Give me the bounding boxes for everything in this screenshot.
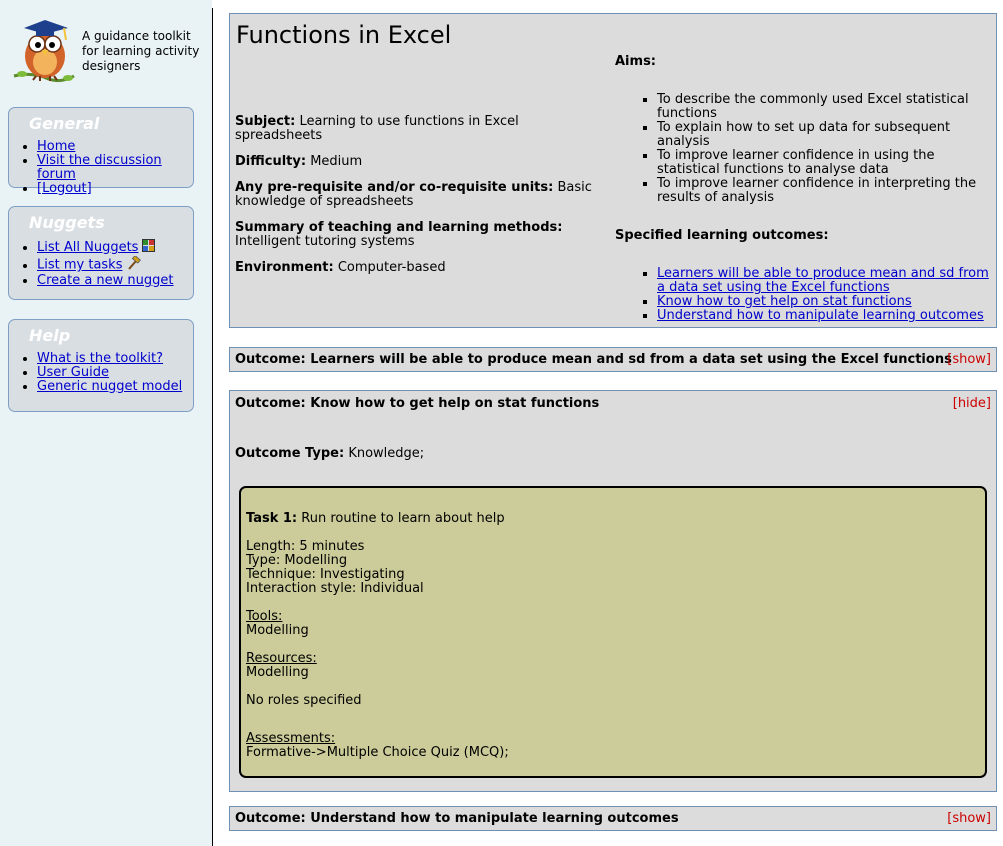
outcome-title: Outcome: Understand how to manipulate le… (235, 811, 679, 826)
aims-list: To describe the commonly used Excel stat… (615, 93, 995, 205)
hammer-icon (126, 254, 142, 274)
task-tools: Tools: Modelling (246, 610, 966, 638)
list-item: What is the toolkit? (37, 352, 189, 366)
list-item: Generic nugget model (37, 380, 189, 394)
outcome-link-help[interactable]: Know how to get help on stat functions (657, 294, 912, 309)
environment-field: Environment: Computer-based (235, 260, 446, 275)
task-roles: No roles specified (246, 693, 362, 708)
owl-mascot-icon (13, 20, 75, 83)
list-item: To improve learner confidence in interpr… (657, 177, 995, 205)
page-title: Functions in Excel (236, 21, 452, 49)
resources-value: Modelling (246, 665, 309, 680)
outcomes-heading: Specified learning outcomes: (615, 228, 829, 243)
teaching-methods-field: Summary of teaching and learning methods… (235, 220, 563, 249)
what-is-toolkit-link[interactable]: What is the toolkit? (37, 351, 163, 366)
discussion-forum-link[interactable]: Visit the discussion forum (37, 153, 162, 182)
nuggets-box: Nuggets List All Nuggets List my tasks C… (8, 206, 194, 300)
list-item: List All Nuggets (37, 239, 189, 256)
outcome-panel-manipulate: Outcome: Understand how to manipulate le… (229, 806, 997, 831)
sidebar: A guidance toolkit for learning activity… (0, 0, 212, 846)
list-my-tasks-link[interactable]: List my tasks (37, 258, 122, 273)
outcome-type: Outcome Type: Knowledge; (235, 446, 425, 461)
help-box: Help What is the toolkit? User Guide Gen… (8, 319, 194, 412)
logo-tagline: A guidance toolkit for learning activity… (82, 29, 200, 73)
show-toggle[interactable]: [show] (947, 812, 991, 826)
show-toggle[interactable]: [show] (947, 353, 991, 367)
list-item: To explain how to set up data for subseq… (657, 121, 995, 149)
list-item: Visit the discussion forum (37, 154, 189, 182)
hide-toggle[interactable]: [hide] (953, 397, 991, 411)
grid-icon (142, 239, 156, 256)
task-technique: Technique: Investigating (246, 567, 405, 582)
list-item: User Guide (37, 366, 189, 380)
subject-field: Subject: Learning to use functions in Ex… (235, 114, 519, 143)
help-list: What is the toolkit? User Guide Generic … (13, 352, 189, 394)
general-box: General Home Visit the discussion forum … (8, 107, 194, 196)
outcome-panel-help: Outcome: Know how to get help on stat fu… (229, 390, 997, 792)
task-assessments: Assessments: Formative->Multiple Choice … (246, 732, 966, 760)
user-guide-link[interactable]: User Guide (37, 365, 109, 380)
nugget-summary-panel: Functions in Excel Subject: Learning to … (229, 13, 997, 328)
assessments-label: Assessments: (246, 731, 336, 746)
list-item: Know how to get help on stat functions (657, 295, 995, 309)
outcome-links-list: Learners will be able to produce mean an… (615, 267, 995, 323)
task-properties: Length: 5 minutes Type: Modelling Techni… (246, 540, 966, 596)
list-item: To describe the commonly used Excel stat… (657, 93, 995, 121)
nuggets-list: List All Nuggets List my tasks Create a … (13, 239, 189, 288)
outcome-link-mean-sd[interactable]: Learners will be able to produce mean an… (657, 266, 989, 295)
sidebar-divider (212, 8, 213, 846)
nugget-details: Subject: Learning to use functions in Ex… (235, 115, 605, 287)
toolkit-logo[interactable]: A guidance toolkit for learning activity… (12, 12, 204, 88)
list-all-nuggets-link[interactable]: List All Nuggets (37, 240, 138, 255)
task-length: Length: 5 minutes (246, 539, 365, 554)
difficulty-field: Difficulty: Medium (235, 154, 363, 169)
list-item: Learners will be able to produce mean an… (657, 267, 995, 295)
assessments-value: Formative->Multiple Choice Quiz (MCQ); (246, 745, 509, 760)
list-item: Understand how to manipulate learning ou… (657, 309, 995, 323)
generic-nugget-model-link[interactable]: Generic nugget model (37, 379, 182, 394)
home-link[interactable]: Home (37, 139, 75, 154)
tools-label: Tools: (246, 609, 283, 624)
list-item: To improve learner confidence in using t… (657, 149, 995, 177)
logout-link[interactable]: [Logout] (37, 181, 92, 196)
task-title: Task 1: Run routine to learn about help (246, 511, 505, 526)
list-item: List my tasks (37, 254, 189, 274)
outcome-title: Outcome: Know how to get help on stat fu… (235, 396, 600, 411)
prerequisites-field: Any pre-requisite and/or co-requisite un… (235, 180, 592, 209)
aims-and-outcomes: Aims: To describe the commonly used Exce… (615, 55, 995, 323)
create-nugget-link[interactable]: Create a new nugget (37, 273, 174, 288)
task-card: Task 1: Run routine to learn about help … (239, 486, 987, 778)
outcome-title: Outcome: Learners will be able to produc… (235, 352, 952, 367)
list-item: Home (37, 140, 189, 154)
nuggets-heading: Nuggets (29, 213, 105, 232)
aims-heading: Aims: (615, 54, 656, 69)
task-type: Type: Modelling (246, 553, 348, 568)
task-interaction-style: Interaction style: Individual (246, 581, 424, 596)
task-resources: Resources: Modelling (246, 652, 966, 680)
outcome-panel-mean-sd: Outcome: Learners will be able to produc… (229, 347, 997, 372)
outcome-link-manipulate[interactable]: Understand how to manipulate learning ou… (657, 308, 984, 323)
task-details: Task 1: Run routine to learn about help … (246, 512, 966, 774)
help-heading: Help (29, 326, 71, 345)
list-item: [Logout] (37, 182, 189, 196)
list-item: Create a new nugget (37, 274, 189, 288)
general-list: Home Visit the discussion forum [Logout] (13, 140, 189, 196)
general-heading: General (29, 114, 100, 133)
resources-label: Resources: (246, 651, 317, 666)
tools-value: Modelling (246, 623, 309, 638)
